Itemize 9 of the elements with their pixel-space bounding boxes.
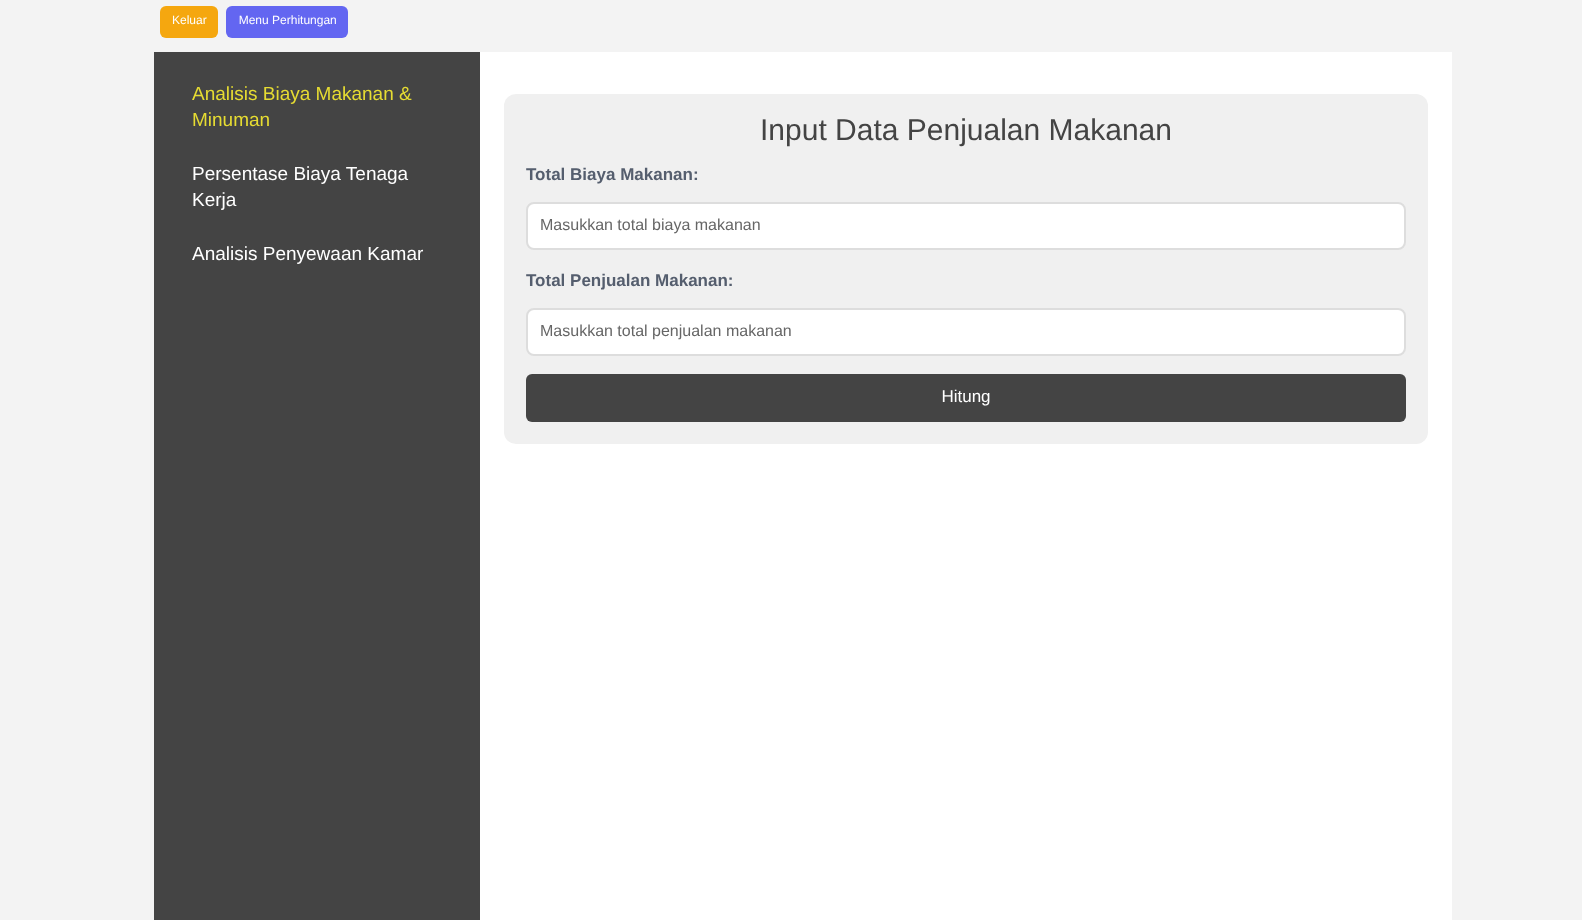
field-label: Total Penjualan Makanan: (526, 267, 736, 293)
input-field[interactable]: Masukkan total penjualan makanan (526, 307, 1406, 355)
input-field[interactable]: Masukkan total biaya makanan (526, 201, 1406, 250)
form-title: Input Data Penjualan Makanan (758, 114, 1174, 150)
field-label: Total Biaya Makanan: (526, 162, 701, 188)
sidebar-link[interactable]: Analisis Penyewaan Kamar (192, 242, 442, 268)
sidebar-link[interactable]: Analisis Biaya Makanan & Minuman (192, 82, 442, 134)
sidebar-link[interactable]: Persentase Biaya Tenaga Kerja (192, 162, 442, 214)
submit-button[interactable]: Hitung (526, 373, 1406, 421)
